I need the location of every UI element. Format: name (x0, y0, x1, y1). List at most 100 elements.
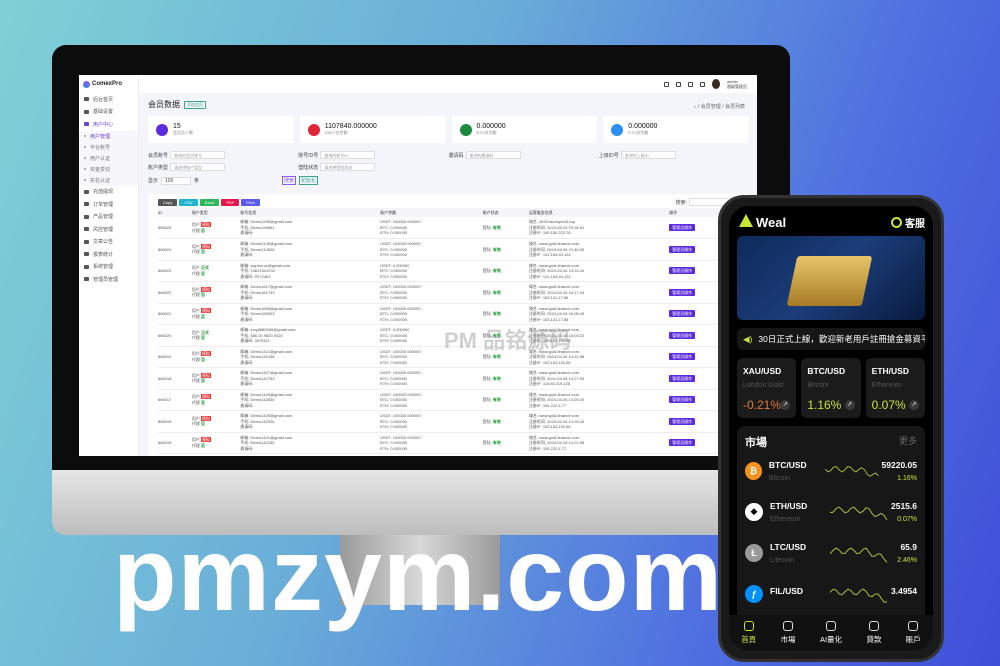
admin-action-button[interactable]: 管理员操作 (669, 267, 696, 274)
search-button[interactable]: 搜索 (282, 176, 297, 185)
main-content: 会员数据 添加会员 ⌂ / 会员管理 / 会员列表 15 会员总人数 1107840.… (148, 99, 749, 185)
admin-action-button[interactable]: 管理员操作 (669, 439, 696, 446)
reset-button[interactable]: 初始化 (299, 176, 319, 185)
admin-action-button[interactable]: 管理员操作 (669, 353, 696, 360)
admin-action-button[interactable]: 管理员操作 (669, 310, 696, 317)
filter-input[interactable]: 查询的会员账号 (170, 151, 226, 159)
admin-action-button[interactable]: 管理员操作 (669, 331, 696, 339)
add-member-button[interactable]: 添加会员 (184, 100, 206, 109)
users-icon (156, 123, 168, 136)
filter-input[interactable]: 查询的账号ID (320, 151, 376, 159)
menu-icon (84, 239, 89, 244)
table-row: 866015 用户 模拟 代理 否 邮箱: Demo1421@gmail.com 手… (158, 432, 735, 454)
nav-item[interactable]: AI量化 (820, 621, 842, 645)
admin-action-button[interactable]: 管理员操作 (669, 417, 696, 425)
export-button[interactable]: PDF (221, 199, 240, 206)
filter-field: 上级ID号 查询的上级ID (599, 151, 749, 159)
table-row: 866023 用户 正式 代理 否 邮箱: wsplus.cc@gmail.com… (158, 260, 735, 282)
notice-bar[interactable]: ◀) 30日正式上線，歡迎新老用戶註冊搶金募資平臺 (737, 328, 925, 350)
filter-input[interactable]: 查询的上级ID (620, 151, 676, 159)
sidebar-item[interactable]: 报表统计 (79, 248, 138, 261)
coin-icon: ƒ (745, 584, 763, 603)
message-icon[interactable] (700, 81, 705, 87)
nav-icon (743, 621, 754, 631)
sidebar: ComexPro 后台首页 基础设置 用户中心 用户管理 平台账号 用户认证 资金变动 实名认… (79, 75, 139, 456)
menu-icon (84, 252, 89, 257)
filter-field: 邀请码 查询的邀请码 (449, 151, 599, 159)
fullscreen-icon[interactable] (664, 81, 669, 87)
nav-item[interactable]: 賬戶 (906, 621, 921, 645)
export-button[interactable]: Print (241, 199, 260, 206)
column-header[interactable]: 账户余额 (380, 208, 483, 217)
nav-item[interactable]: 首頁 (741, 621, 756, 645)
sidebar-item[interactable]: 用户中心 (79, 118, 138, 131)
market-row[interactable]: ƒ FIL/USD 3.4954 (745, 573, 917, 614)
column-header[interactable]: 账户类型 (191, 208, 241, 217)
admin-action-button[interactable]: 管理员操作 (669, 245, 696, 253)
more-link[interactable]: 更多 (899, 434, 917, 450)
bitcoin-icon (459, 123, 472, 136)
ticker-tile[interactable]: ETH/USD Ethereum 0.07% ↗ (865, 358, 925, 418)
admin-action-button[interactable]: 管理员操作 (669, 374, 696, 382)
sidebar-item[interactable]: 基础设置 (79, 106, 138, 119)
menu-icon (84, 214, 89, 219)
filter-input[interactable]: 查询的邀请码 (465, 151, 521, 159)
coin-icon: ◆ (745, 502, 763, 521)
sidebar-subitem[interactable]: 平台账号 (79, 141, 138, 153)
top-bar: admin 超级管理员 (139, 75, 757, 93)
filter-input[interactable]: 请选择账户类型 (170, 163, 226, 171)
sidebar-subitem[interactable]: 用户管理 (79, 130, 138, 142)
avatar[interactable] (712, 79, 720, 89)
sidebar-item[interactable]: 管理员管理 (79, 273, 138, 286)
table-row: 866024 用户 模拟 代理 否 邮箱: Demo2145@gmail.com 手… (158, 238, 735, 261)
customer-service-button[interactable]: 客服 (891, 215, 925, 230)
page-size-select[interactable]: 100 (161, 176, 192, 185)
admin-action-button[interactable]: 管理员操作 (669, 396, 696, 403)
sidebar-item[interactable]: 系统管理 (79, 261, 138, 274)
ticker-tile[interactable]: XAU/USD London Gold -0.21% ↗ (737, 358, 797, 418)
nav-item[interactable]: 貸款 (866, 621, 881, 645)
moon-icon[interactable] (676, 81, 681, 87)
sidebar-subitem[interactable]: 用户认证 (79, 152, 138, 164)
filter-input[interactable]: 请选择登陆状态 (320, 163, 376, 171)
export-button[interactable]: Excel (199, 199, 220, 206)
menu-icon (84, 277, 89, 282)
watermark-logo: PM 品铭源码 (444, 328, 572, 353)
column-header[interactable]: 账户状态 (482, 208, 529, 217)
nav-icon (825, 621, 836, 631)
sidebar-item[interactable]: 后台首页 (79, 93, 138, 106)
market-row[interactable]: ◆ ETH/USD Ethereum 2515.6 0.07% (745, 491, 917, 532)
column-header[interactable]: 账号信息 (240, 208, 381, 217)
app-header: Weal 客服 (729, 206, 933, 230)
sidebar-subitem[interactable]: 实名认证 (79, 174, 138, 186)
wallet-icon (307, 123, 320, 136)
arrow-icon: ↗ (844, 400, 855, 410)
export-button[interactable]: CSV (179, 199, 198, 206)
sidebar-item[interactable]: 文章公告 (79, 236, 138, 249)
user-info[interactable]: admin 超级管理员 (727, 79, 747, 89)
sidebar-subitem[interactable]: 资金变动 (79, 163, 138, 175)
admin-action-button[interactable]: 管理员操作 (669, 288, 696, 296)
screen-icon[interactable] (688, 81, 693, 87)
market-row[interactable]: ₿ BTC/USD Bitcoin 59220.05 1.16% (745, 450, 917, 491)
sparkline (830, 546, 888, 563)
arrow-icon: ↗ (780, 400, 791, 410)
sidebar-item[interactable]: 产品管理 (79, 211, 138, 224)
sidebar-item[interactable]: 充值提现 (79, 186, 138, 199)
filter-field: 会员账号 查询的会员账号 (148, 151, 298, 159)
market-row[interactable]: Ł LTC/USD Litecoin 65.9 2.46% (745, 532, 917, 573)
menu-icon (84, 122, 89, 127)
column-header[interactable]: ID (158, 208, 192, 217)
breadcrumb: ⌂ / 会员管理 / 会员列表 (693, 104, 745, 110)
banner-image[interactable] (737, 236, 925, 320)
nav-item[interactable]: 市場 (781, 621, 796, 645)
coin-icon: ₿ (745, 461, 762, 480)
column-header[interactable]: 运营服务信息 (528, 208, 670, 217)
sidebar-item[interactable]: 订单管理 (79, 198, 138, 211)
page-title: 会员数据 添加会员 (148, 99, 749, 110)
admin-action-button[interactable]: 管理员操作 (669, 223, 696, 231)
ticker-tile[interactable]: BTC/USD Bitcoin 1.16% ↗ (801, 358, 861, 418)
user-icon (891, 216, 902, 228)
sidebar-item[interactable]: 风控管理 (79, 223, 138, 236)
export-button[interactable]: Copy (158, 199, 178, 206)
